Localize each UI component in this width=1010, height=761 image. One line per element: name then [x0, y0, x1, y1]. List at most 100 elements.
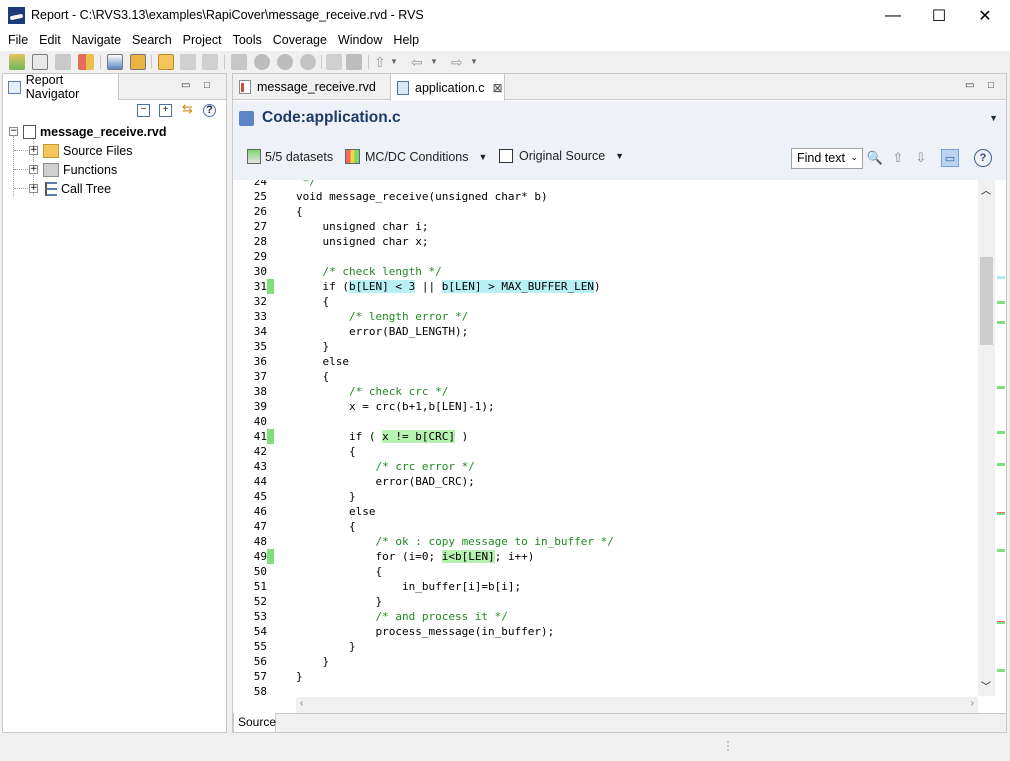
scroll-right-icon[interactable]: ›: [971, 698, 974, 709]
step-icon[interactable]: [326, 54, 342, 70]
table-icon[interactable]: [32, 54, 48, 70]
overview-marker[interactable]: [997, 463, 1005, 466]
minimize-editor-icon[interactable]: ▭: [965, 80, 974, 91]
search-icon[interactable]: 🔍: [866, 149, 884, 167]
expand-toggle-icon[interactable]: +: [29, 146, 38, 155]
overview-marker[interactable]: [997, 669, 1005, 672]
print-icon[interactable]: [202, 54, 218, 70]
close-tab-icon[interactable]: ⊠: [493, 81, 503, 95]
export-graph-icon[interactable]: [231, 54, 247, 70]
maximize-button[interactable]: ☐: [916, 0, 962, 31]
menu-search[interactable]: Search: [124, 31, 172, 51]
tree-item-call-tree[interactable]: + Call Tree: [29, 179, 111, 198]
report-icon[interactable]: [9, 54, 25, 70]
tree-root-node[interactable]: − message_receive.rvd: [9, 122, 166, 141]
menu-project[interactable]: Project: [175, 31, 222, 51]
scroll-up-icon[interactable]: ︿: [981, 182, 991, 197]
code-token: error(BAD_LENGTH);: [296, 325, 469, 338]
code-controls: 5/5 datasets MC/DC Conditions ▼ Original…: [233, 145, 1006, 171]
collapse-toggle-icon[interactable]: −: [9, 127, 18, 136]
back-dropdown-icon[interactable]: ▼: [430, 54, 446, 70]
overview-marker[interactable]: [997, 621, 1005, 624]
overview-marker[interactable]: [997, 321, 1005, 324]
previous-match-icon[interactable]: ⇧: [889, 149, 907, 167]
overview-ruler[interactable]: [995, 180, 1006, 696]
minimize-view-icon[interactable]: ▭: [181, 80, 190, 91]
minimize-button[interactable]: —: [870, 0, 916, 31]
coverage-marker[interactable]: [267, 279, 274, 294]
overview-marker[interactable]: [997, 276, 1005, 279]
code-text: {: [296, 444, 356, 459]
overview-marker[interactable]: [997, 386, 1005, 389]
build-gear-icon[interactable]: [277, 54, 293, 70]
comments-icon[interactable]: ▭: [941, 149, 959, 167]
expand-toggle-icon[interactable]: +: [29, 165, 38, 174]
save-icon[interactable]: [180, 54, 196, 70]
line-number: 52: [253, 595, 267, 608]
open-folder-icon[interactable]: [158, 54, 174, 70]
back-arrow-icon[interactable]: ⇦: [411, 54, 427, 70]
expand-toggle-icon[interactable]: +: [29, 184, 38, 193]
overview-marker[interactable]: [997, 512, 1005, 515]
maximize-editor-icon[interactable]: □: [988, 80, 994, 91]
close-window-button[interactable]: ✕: [962, 0, 1008, 31]
tree-item-source-files[interactable]: + Source Files: [29, 141, 132, 160]
maximize-view-icon[interactable]: □: [204, 80, 210, 91]
code-view[interactable]: 24 */25 void message_receive(unsigned cha…: [233, 180, 1006, 696]
menu-help[interactable]: Help: [385, 31, 419, 51]
collapse-all-icon[interactable]: −: [137, 104, 150, 117]
tab-report-navigator[interactable]: Report Navigator: [3, 73, 119, 101]
next-match-icon[interactable]: ⇩: [912, 149, 930, 167]
up-arrow-icon[interactable]: ⇧: [374, 54, 390, 70]
up-dropdown-icon[interactable]: ▼: [390, 54, 406, 70]
forward-dropdown-icon[interactable]: ▼: [470, 54, 486, 70]
tree-item-functions[interactable]: + Functions: [29, 160, 117, 179]
code-text: void message_receive(unsigned char* b): [296, 189, 548, 204]
link-with-editor-icon[interactable]: ⇆: [181, 102, 194, 117]
horizontal-scrollbar[interactable]: ‹ ›: [296, 697, 978, 713]
new-report-icon[interactable]: [107, 54, 123, 70]
coverage-mode-dropdown[interactable]: MC/DC Conditions ▼: [345, 149, 487, 164]
menu-navigate[interactable]: Navigate: [64, 31, 121, 51]
scroll-left-icon[interactable]: ‹: [300, 698, 303, 709]
vertical-scrollbar[interactable]: ︿ ﹀: [978, 180, 995, 696]
coverage-icon[interactable]: [78, 54, 94, 70]
menu-tools[interactable]: Tools: [225, 31, 262, 51]
run-icon[interactable]: [55, 54, 71, 70]
original-source-checkbox[interactable]: [499, 149, 513, 163]
tab-message-receive-rvd[interactable]: message_receive.rvd: [233, 74, 391, 100]
scrollbar-thumb[interactable]: [980, 257, 993, 345]
export-icon[interactable]: [130, 54, 146, 70]
tab-source[interactable]: Source: [233, 713, 276, 733]
expand-all-icon[interactable]: +: [159, 104, 172, 117]
scroll-down-icon[interactable]: ﹀: [981, 678, 991, 693]
overview-marker[interactable]: [997, 549, 1005, 552]
code-line: 35 }: [233, 339, 978, 354]
code-token: }: [296, 595, 383, 608]
find-text-select[interactable]: Find text ⌄: [791, 148, 863, 169]
line-number: 40: [253, 415, 267, 428]
coverage-marker[interactable]: [267, 429, 274, 444]
menu-window[interactable]: Window: [330, 31, 382, 51]
original-source-toggle[interactable]: Original Source ▼: [499, 149, 624, 163]
overview-marker[interactable]: [997, 301, 1005, 304]
coverage-marker[interactable]: [267, 549, 274, 564]
overview-marker[interactable]: [997, 431, 1005, 434]
help-icon[interactable]: ?: [974, 149, 992, 167]
step-into-icon[interactable]: [346, 54, 362, 70]
help-icon[interactable]: ?: [203, 104, 216, 117]
code-text: in_buffer[i]=b[i];: [296, 579, 521, 594]
tab-application-c[interactable]: application.c ⊠: [390, 74, 505, 101]
play-icon[interactable]: [300, 54, 316, 70]
forward-arrow-icon[interactable]: ⇨: [451, 54, 467, 70]
c-file-icon: [397, 80, 409, 95]
settings-gear-icon[interactable]: [254, 54, 270, 70]
line-number: 49: [253, 550, 267, 563]
menu-file[interactable]: File: [0, 31, 28, 51]
header-menu-chevron-icon[interactable]: ▼: [989, 113, 998, 123]
menu-edit[interactable]: Edit: [31, 31, 61, 51]
datasets-button[interactable]: 5/5 datasets: [247, 149, 333, 164]
code-token: {: [296, 370, 330, 383]
menu-coverage[interactable]: Coverage: [265, 31, 327, 51]
code-comment: /* ok : copy message to in_buffer */: [296, 535, 614, 548]
